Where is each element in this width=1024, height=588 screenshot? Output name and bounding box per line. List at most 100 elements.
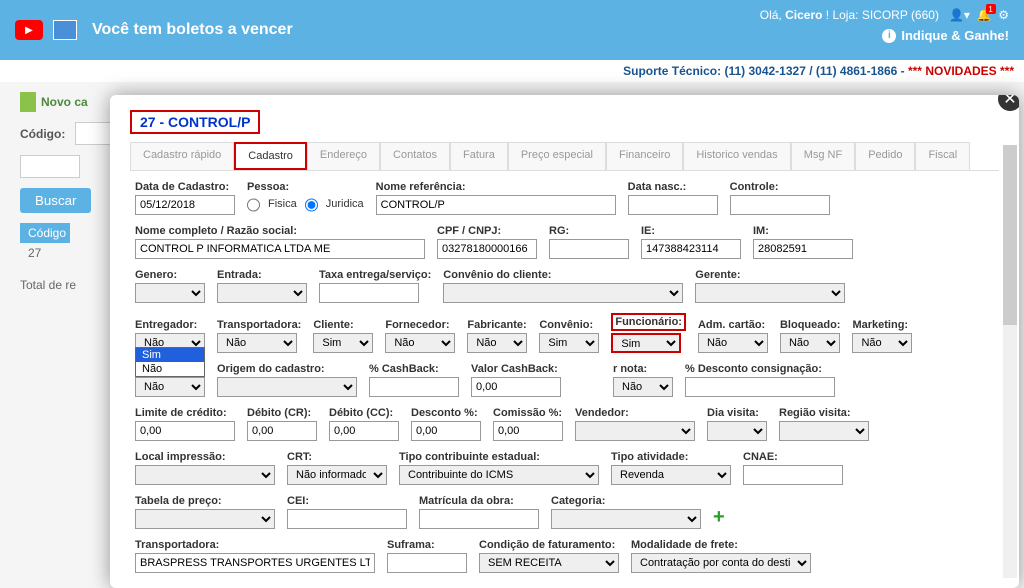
- opt-nao[interactable]: Não: [136, 362, 204, 376]
- input-matricula[interactable]: [419, 509, 539, 529]
- input-comissao-pct[interactable]: [493, 421, 563, 441]
- label-convenio: Convênio:: [539, 319, 599, 331]
- close-button[interactable]: ✕: [996, 95, 1019, 113]
- label-categoria: Categoria:: [551, 495, 701, 507]
- select-adm-cartao[interactable]: Não: [698, 333, 768, 353]
- select-convenio-cliente[interactable]: [443, 283, 683, 303]
- input-transportadora2[interactable]: [135, 553, 375, 573]
- tab-cadastro[interactable]: Cadastro: [234, 142, 307, 170]
- select-origem[interactable]: [217, 377, 357, 397]
- label-modalidade: Modalidade de frete:: [631, 539, 811, 551]
- select-vendedor[interactable]: [575, 421, 695, 441]
- tabs: Cadastro rápido Cadastro Endereço Contat…: [130, 142, 999, 171]
- scrollbar-thumb[interactable]: [1003, 145, 1017, 325]
- select-tipo-contrib[interactable]: Contribuinte do ICMS: [399, 465, 599, 485]
- novidades-link[interactable]: *** NOVIDADES ***: [908, 64, 1014, 78]
- label-origem: Origem do cadastro:: [217, 363, 357, 375]
- input-rg[interactable]: [549, 239, 629, 259]
- label-fornecedor: Fornecedor:: [385, 319, 455, 331]
- input-nome-completo[interactable]: [135, 239, 425, 259]
- label-dia-visita: Dia visita:: [707, 407, 767, 419]
- input-desc-consig[interactable]: [685, 377, 835, 397]
- input-ie[interactable]: [641, 239, 741, 259]
- tab-cadastro-rapido[interactable]: Cadastro rápido: [130, 142, 234, 170]
- input-controle[interactable]: [730, 195, 830, 215]
- radio-fisica[interactable]: [247, 195, 260, 215]
- boletos-warning[interactable]: Você tem boletos a vencer: [92, 21, 293, 39]
- select-prospeccao[interactable]: Não: [135, 377, 205, 397]
- greeting: Olá, Cicero ! Loja: SICORP (660) 👤▾ 🔔 ⚙: [760, 8, 1009, 22]
- modal-dialog: ✕ 27 - CONTROL/P Cadastro rápido Cadastr…: [110, 95, 1019, 588]
- select-bloqueado[interactable]: Não: [780, 333, 840, 353]
- add-categoria-button[interactable]: +: [713, 506, 725, 529]
- input-nome-ref[interactable]: [376, 195, 616, 215]
- tab-contatos[interactable]: Contatos: [380, 142, 450, 170]
- buscar-button[interactable]: Buscar: [20, 188, 91, 213]
- tab-preco[interactable]: Preço especial: [508, 142, 606, 170]
- select-local-imp[interactable]: [135, 465, 275, 485]
- select-genero[interactable]: [135, 283, 205, 303]
- select-categoria[interactable]: [551, 509, 701, 529]
- select-fabricante[interactable]: Não: [467, 333, 527, 353]
- label-nome-ref: Nome referência:: [376, 181, 616, 193]
- input-cashback[interactable]: [369, 377, 459, 397]
- tab-fatura[interactable]: Fatura: [450, 142, 508, 170]
- gear-icon[interactable]: ⚙: [998, 8, 1009, 22]
- tab-fiscal[interactable]: Fiscal: [915, 142, 970, 170]
- select-funcionario[interactable]: Sim: [611, 333, 681, 353]
- bell-icon[interactable]: 🔔: [977, 8, 992, 22]
- tab-historico[interactable]: Historico vendas: [683, 142, 790, 170]
- select-fornecedor[interactable]: Não: [385, 333, 455, 353]
- select-regiao[interactable]: [779, 421, 869, 441]
- select-tabela-preco[interactable]: [135, 509, 275, 529]
- select-tipo-ativ[interactable]: Revenda: [611, 465, 731, 485]
- input-data-nasc[interactable]: [628, 195, 718, 215]
- input-taxa[interactable]: [319, 283, 419, 303]
- label-entregador: Entregador:: [135, 319, 205, 331]
- label-im: IM:: [753, 225, 853, 237]
- input-desconto-pct[interactable]: [411, 421, 481, 441]
- select-cond-fat[interactable]: SEM RECEITA: [479, 553, 619, 573]
- input-data-cadastro[interactable]: [135, 195, 235, 215]
- indique-ganhe[interactable]: i Indique & Ganhe!: [760, 28, 1009, 43]
- radio-juridica[interactable]: [305, 195, 318, 215]
- select-dia-visita[interactable]: [707, 421, 767, 441]
- input-debito-cc[interactable]: [329, 421, 399, 441]
- monitor-icon[interactable]: [53, 20, 77, 40]
- label-debito-cc: Débito (CC):: [329, 407, 399, 419]
- input-im[interactable]: [753, 239, 853, 259]
- select-modalidade[interactable]: Contratação por conta do destinatário: [631, 553, 811, 573]
- select-convenio[interactable]: Sim: [539, 333, 599, 353]
- input-cei[interactable]: [287, 509, 407, 529]
- tab-pedido[interactable]: Pedido: [855, 142, 915, 170]
- label-entrada: Entrada:: [217, 269, 307, 281]
- input-suframa[interactable]: [387, 553, 467, 573]
- input-cpf[interactable]: [437, 239, 537, 259]
- label-bloqueado: Bloqueado:: [780, 319, 841, 331]
- label-r-nota: r nota:: [613, 363, 673, 375]
- label-gerente: Gerente:: [695, 269, 845, 281]
- label-local-imp: Local impressão:: [135, 451, 275, 463]
- user-icon[interactable]: 👤▾: [949, 8, 970, 22]
- tab-financeiro[interactable]: Financeiro: [606, 142, 683, 170]
- label-tabela-preco: Tabela de preço:: [135, 495, 275, 507]
- tab-endereco[interactable]: Endereço: [307, 142, 380, 170]
- youtube-icon[interactable]: ▶: [15, 20, 43, 40]
- input-limite[interactable]: [135, 421, 235, 441]
- select-gerente[interactable]: [695, 283, 845, 303]
- label-genero: Genero:: [135, 269, 205, 281]
- modal-scrollbar[interactable]: [1003, 145, 1017, 578]
- opt-sim[interactable]: Sim: [136, 348, 204, 362]
- tab-msgnf[interactable]: Msg NF: [791, 142, 856, 170]
- select-marketing[interactable]: Não: [852, 333, 912, 353]
- input-debito-cr[interactable]: [247, 421, 317, 441]
- select-entrada[interactable]: [217, 283, 307, 303]
- label-cpf: CPF / CNPJ:: [437, 225, 537, 237]
- select-r-nota[interactable]: Não: [613, 377, 673, 397]
- select-cliente[interactable]: Sim: [313, 333, 373, 353]
- input-valor-cashback[interactable]: [471, 377, 561, 397]
- bg-input-2[interactable]: [20, 155, 80, 178]
- select-transportadora[interactable]: Não: [217, 333, 297, 353]
- input-cnae[interactable]: [743, 465, 843, 485]
- select-crt[interactable]: Não informado: [287, 465, 387, 485]
